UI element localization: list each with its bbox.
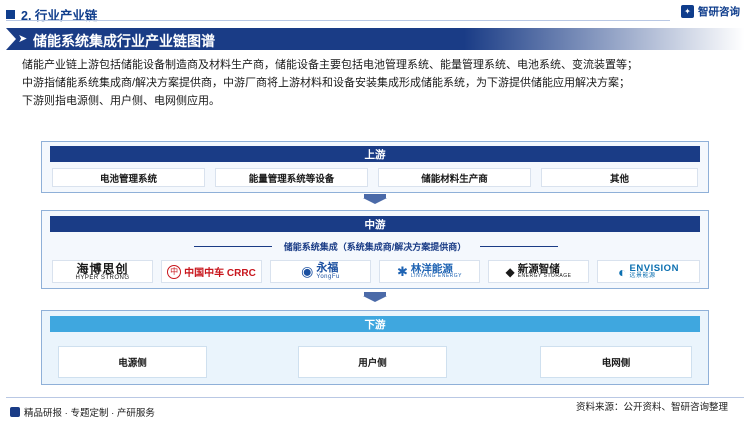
brand: ✦ 智研咨询: [681, 4, 740, 19]
downstream-label: 下游: [50, 316, 700, 332]
company-logo-crrc: 中 中国中车 CRRC: [161, 260, 262, 283]
downstream-panel: 下游 电源侧 用户侧 电网侧: [41, 310, 709, 385]
upstream-item: 其他: [541, 168, 698, 187]
title-fade: [464, 28, 744, 50]
midstream-label: 中游: [50, 216, 700, 232]
title-notch: [6, 28, 16, 50]
company-sub: ENERGY STORAGE: [517, 273, 572, 280]
footer-icon: [10, 407, 20, 417]
down-arrow-icon: [363, 198, 387, 204]
footer-divider: [6, 397, 744, 398]
company-logo-yongfu: ◉ 永福 YongFu: [270, 260, 371, 283]
downstream-item: 电网侧: [540, 346, 692, 378]
midstream-subtitle-row: 储能系统集成（系统集成商/解决方案提供商）: [42, 240, 708, 253]
company-name: ENVISION: [629, 262, 679, 274]
company-name: 中国中车 CRRC: [184, 268, 256, 279]
midstream-subtitle: 储能系统集成（系统集成商/解决方案提供商）: [283, 242, 467, 252]
company-sub: LINYANG ENERGY: [410, 273, 462, 280]
section-square-icon: [6, 10, 15, 19]
subtitle-line: [194, 246, 272, 247]
downstream-item: 用户侧: [298, 346, 447, 378]
yongfu-icon: ◉: [301, 263, 314, 279]
intro-line: 储能产业链上游包括储能设备制造商及材料生产商，储能设备主要包括电池管理系统、能量…: [22, 59, 638, 71]
company-logo-linyang: ✱ 林洋能源 LINYANG ENERGY: [379, 260, 480, 283]
envision-icon: ◐: [618, 263, 627, 280]
section-header: 2. 行业产业链: [6, 5, 97, 24]
company-name: 海博思创: [76, 261, 129, 276]
company-sub: HYPER STRONG: [75, 274, 130, 281]
intro-line: 下游则指电源侧、用户侧、电网侧应用。: [22, 95, 220, 107]
intro-line: 中游指储能系统集成商/解决方案提供商，中游厂商将上游材料和设备安装集成形成储能系…: [22, 77, 631, 89]
section-title: 2. 行业产业链: [21, 9, 98, 23]
midstream-panel: 中游 储能系统集成（系统集成商/解决方案提供商） 海博思创 HYPER STRO…: [41, 210, 709, 289]
source-note: 资料来源：公开资料、智研咨询整理: [575, 402, 728, 413]
upstream-item: 电池管理系统: [52, 168, 205, 187]
crrc-icon: 中: [167, 264, 182, 279]
upstream-item: 能量管理系统等设备: [215, 168, 368, 187]
company-logo-hyperstrong: 海博思创 HYPER STRONG: [52, 260, 153, 283]
company-sub: 远景能源: [629, 273, 656, 280]
linyang-icon: ✱: [397, 263, 408, 279]
intro-text: 储能产业链上游包括储能设备制造商及材料生产商，储能设备主要包括电池管理系统、能量…: [22, 56, 734, 110]
title-bar: ➤ 储能系统集成行业产业链图谱: [6, 28, 744, 50]
upstream-label: 上游: [50, 146, 700, 162]
company-name: 永福: [316, 262, 339, 274]
footer-tagline-text: 精品研报 · 专题定制 · 产研服务: [24, 408, 155, 419]
company-logo-envision: ◐ ENVISION 远景能源: [597, 260, 700, 283]
xinyuan-icon: ◆: [505, 264, 515, 279]
title-arrow-icon: ➤: [18, 33, 28, 45]
page-title: 储能系统集成行业产业链图谱: [33, 33, 215, 49]
upstream-panel: 上游 电池管理系统 能量管理系统等设备 储能材料生产商 其他: [41, 141, 709, 193]
down-arrow-icon: [363, 296, 387, 302]
company-sub: YongFu: [316, 274, 340, 280]
company-logo-xinyuan: ◆ 新源智储 ENERGY STORAGE: [488, 260, 589, 283]
upstream-item: 储能材料生产商: [378, 168, 531, 187]
subtitle-line: [480, 246, 558, 247]
downstream-item: 电源侧: [58, 346, 207, 378]
footer-tagline: 精品研报 · 专题定制 · 产研服务: [10, 405, 155, 419]
header-divider: [6, 20, 670, 21]
brand-logo-icon: ✦: [681, 5, 694, 18]
brand-name: 智研咨询: [698, 6, 740, 18]
